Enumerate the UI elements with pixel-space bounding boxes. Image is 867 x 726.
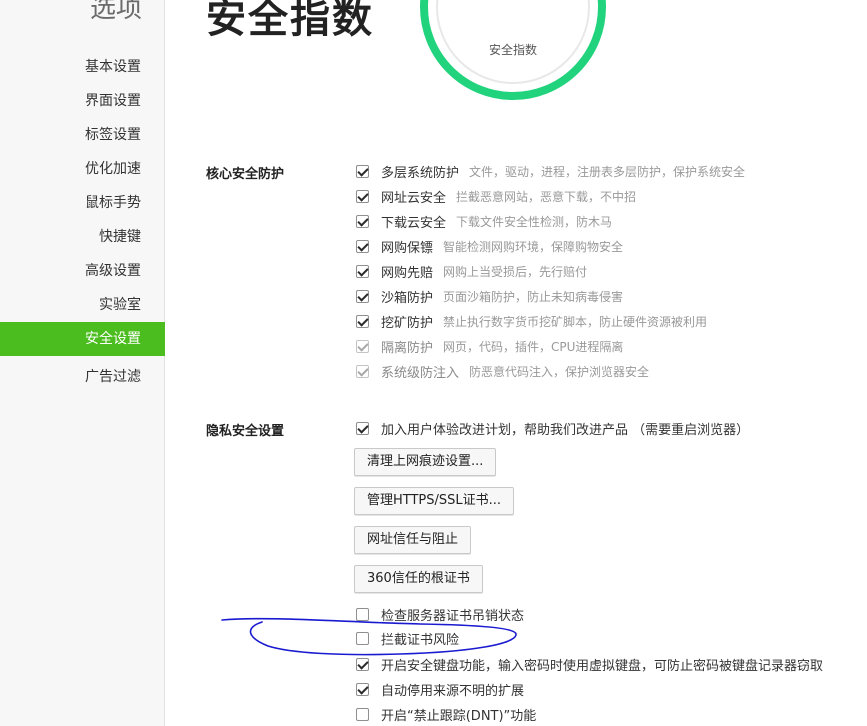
sidebar-item-lab[interactable]: 实验室 — [0, 288, 165, 322]
option-secure-keyboard[interactable]: 开启安全键盘功能，输入密码时使用虚拟键盘，可防止密码被键盘记录器窃取 — [356, 654, 823, 674]
option-label: 隔离防护 — [381, 340, 434, 356]
option-label: 加入用户体验改进计划，帮助我们改进产品 （需要重启浏览器） — [381, 422, 750, 438]
option-label: 开启“禁止跟踪(DNT)”功能 — [381, 708, 537, 724]
option-label: 拦截证书风险 — [381, 632, 460, 648]
trusted-root-certificates-button[interactable]: 360信任的根证书 — [354, 565, 483, 593]
privacy-settings-label: 隐私安全设置 — [206, 424, 285, 439]
checkbox[interactable] — [356, 214, 369, 228]
option-multilayer-protection[interactable]: 多层系统防护 文件，驱动，进程，注册表多层防护，保护系统安全 — [356, 161, 745, 181]
gauge-label: 安全指数 — [488, 43, 537, 57]
sidebar-item-security[interactable]: 安全设置 — [0, 322, 165, 356]
checkbox[interactable] — [356, 707, 369, 721]
security-score-gauge: 安全指数 — [420, 0, 606, 100]
option-sandbox-protection[interactable]: 沙箱防护 页面沙箱防护，防止未知病毒侵害 — [356, 286, 623, 306]
option-description: 下载文件安全性检测，防木马 — [456, 214, 613, 229]
option-shopping-compensation[interactable]: 网购先赔 网购上当受损后，先行赔付 — [356, 261, 587, 281]
option-isolation-protection: 隔离防护 网页，代码，插件，CPU进程隔离 — [356, 336, 623, 356]
option-description: 拦截恶意网站，恶意下载，不中招 — [456, 189, 637, 204]
sidebar: 选项 基本设置 界面设置 标签设置 优化加速 鼠标手势 快捷键 高级设置 实验室… — [0, 0, 165, 726]
checkbox — [356, 364, 369, 378]
app-title: 选项 — [90, 0, 143, 24]
option-url-cloud-security[interactable]: 网址云安全 拦截恶意网站，恶意下载，不中招 — [356, 186, 636, 206]
sidebar-item-mouse-gestures[interactable]: 鼠标手势 — [0, 186, 165, 220]
sidebar-item-adblock[interactable]: 广告过滤 — [0, 360, 165, 394]
option-description: 智能检测网购环境，保障购物安全 — [443, 239, 624, 254]
option-description: 禁止执行数字货币挖矿脚本，防止硬件资源被利用 — [443, 314, 708, 329]
option-label: 多层系统防护 — [381, 165, 460, 181]
clear-traces-settings-button[interactable]: 清理上网痕迹设置... — [354, 448, 497, 476]
url-trust-block-button[interactable]: 网址信任与阻止 — [354, 526, 472, 554]
option-label: 网购保镖 — [381, 240, 434, 256]
option-label: 下载云安全 — [381, 215, 447, 231]
checkbox[interactable] — [356, 264, 369, 278]
checkbox[interactable] — [356, 164, 369, 178]
sidebar-item-shortcuts[interactable]: 快捷键 — [0, 220, 165, 254]
option-join-improvement-program[interactable]: 加入用户体验改进计划，帮助我们改进产品 （需要重启浏览器） — [356, 418, 749, 438]
checkbox[interactable] — [356, 657, 369, 671]
option-mining-protection[interactable]: 挖矿防护 禁止执行数字货币挖矿脚本，防止硬件资源被利用 — [356, 311, 707, 331]
option-block-cert-risk[interactable]: 拦截证书风险 — [356, 628, 459, 648]
option-description: 防恶意代码注入，保护浏览器安全 — [469, 364, 650, 379]
option-label: 自动停用来源不明的扩展 — [381, 683, 525, 699]
page-title: 安全指数 — [206, 0, 374, 42]
option-label: 网购先赔 — [381, 265, 434, 281]
option-description: 页面沙箱防护，防止未知病毒侵害 — [443, 289, 624, 304]
sidebar-item-tabs[interactable]: 标签设置 — [0, 118, 165, 152]
checkbox[interactable] — [356, 421, 369, 435]
option-label: 开启安全键盘功能，输入密码时使用虚拟键盘，可防止密码被键盘记录器窃取 — [381, 658, 824, 674]
checkbox[interactable] — [356, 189, 369, 203]
sidebar-item-interface[interactable]: 界面设置 — [0, 84, 165, 118]
sidebar-item-basic[interactable]: 基本设置 — [0, 50, 165, 84]
option-shopping-guard[interactable]: 网购保镖 智能检测网购环境，保障购物安全 — [356, 236, 623, 256]
option-check-cert-revocation[interactable]: 检查服务器证书吊销状态 — [356, 604, 524, 624]
sidebar-item-advanced[interactable]: 高级设置 — [0, 254, 165, 288]
checkbox[interactable] — [356, 314, 369, 328]
checkbox — [356, 339, 369, 353]
core-protection-label: 核心安全防护 — [206, 167, 285, 182]
option-disable-unknown-extensions[interactable]: 自动停用来源不明的扩展 — [356, 679, 524, 699]
option-description: 文件，驱动，进程，注册表多层防护，保护系统安全 — [469, 164, 746, 179]
option-label: 沙箱防护 — [381, 290, 434, 306]
sidebar-item-optimize[interactable]: 优化加速 — [0, 152, 165, 186]
option-label: 挖矿防护 — [381, 315, 434, 331]
option-download-cloud-security[interactable]: 下载云安全 下载文件安全性检测，防木马 — [356, 211, 612, 231]
checkbox[interactable] — [356, 682, 369, 696]
checkbox[interactable] — [356, 607, 369, 621]
manage-certificates-button[interactable]: 管理HTTPS/SSL证书... — [354, 487, 515, 515]
checkbox[interactable] — [356, 239, 369, 253]
option-description: 网购上当受损后，先行赔付 — [443, 264, 588, 279]
option-anti-injection: 系统级防注入 防恶意代码注入，保护浏览器安全 — [356, 361, 649, 381]
sidebar-nav: 基本设置 界面设置 标签设置 优化加速 鼠标手势 快捷键 高级设置 实验室 安全… — [0, 50, 165, 394]
option-label: 系统级防注入 — [381, 365, 460, 381]
option-label: 检查服务器证书吊销状态 — [381, 608, 525, 624]
checkbox[interactable] — [356, 631, 369, 645]
option-label: 网址云安全 — [381, 190, 447, 206]
checkbox[interactable] — [356, 289, 369, 303]
option-do-not-track[interactable]: 开启“禁止跟踪(DNT)”功能 — [356, 704, 536, 724]
option-description: 网页，代码，插件，CPU进程隔离 — [443, 339, 624, 354]
